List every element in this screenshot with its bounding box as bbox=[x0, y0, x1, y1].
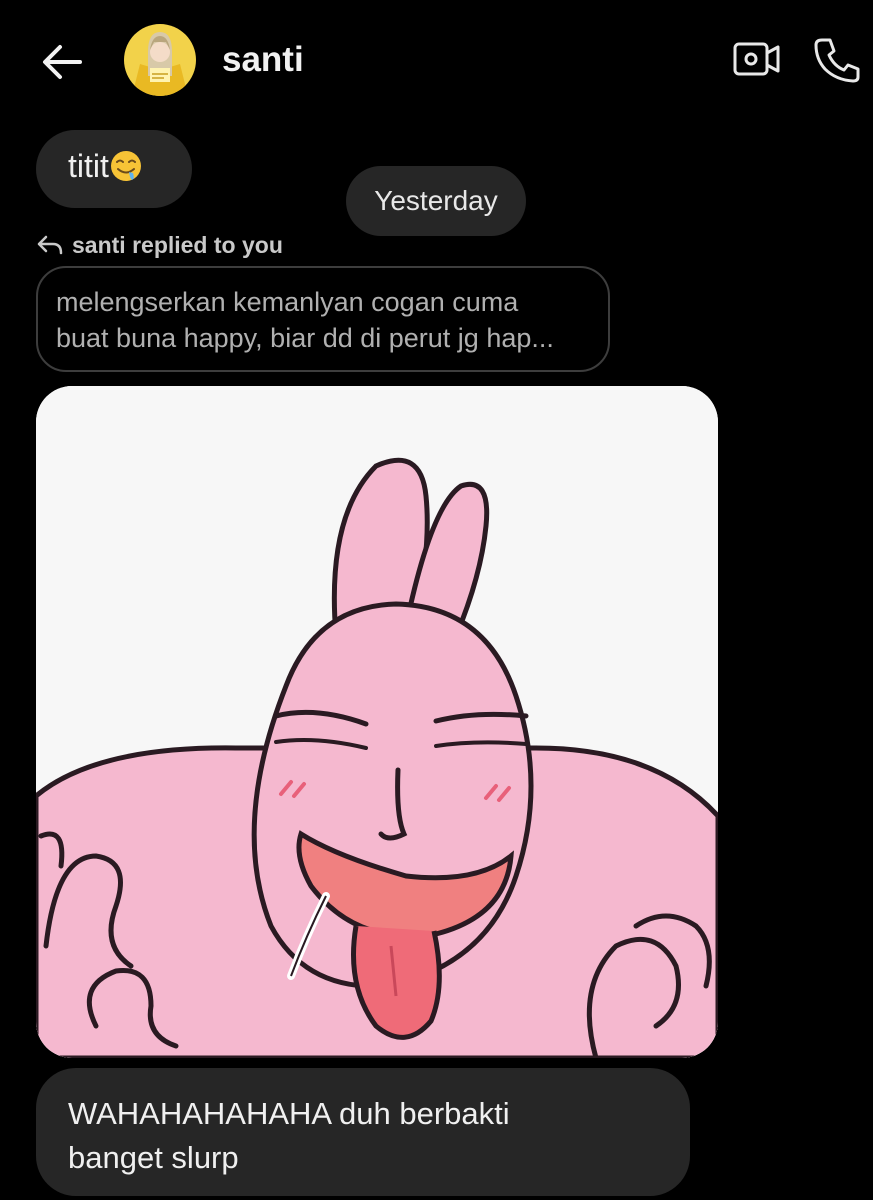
quoted-line: melengserkan kemanlyan cogan cuma bbox=[56, 287, 519, 317]
message-text: banget slurp bbox=[68, 1140, 239, 1175]
chat-header: santi bbox=[0, 0, 873, 120]
pink-bunny-sticker-icon bbox=[36, 386, 718, 1058]
reply-arrow-icon bbox=[37, 235, 63, 255]
video-camera-icon bbox=[733, 42, 780, 76]
message-text: titit bbox=[68, 148, 109, 184]
quoted-line: buat buna happy, biar dd di perut jg hap… bbox=[56, 323, 554, 353]
video-call-button[interactable] bbox=[732, 38, 782, 82]
drooling-face-emoji-icon bbox=[109, 149, 143, 183]
phone-icon bbox=[814, 38, 860, 83]
contact-name[interactable]: santi bbox=[222, 40, 304, 80]
quoted-message[interactable]: melengserkan kemanlyan cogan cuma buat b… bbox=[36, 266, 610, 372]
avatar[interactable] bbox=[124, 24, 196, 96]
reply-label: santi replied to you bbox=[36, 228, 283, 262]
message-bubble[interactable]: titit bbox=[36, 130, 192, 208]
message-bubble[interactable]: WAHAHAHAHAHA duh berbakti banget slurp bbox=[36, 1068, 690, 1196]
date-separator: Yesterday bbox=[346, 166, 526, 236]
message-text: WAHAHAHAHAHA duh berbakti bbox=[68, 1096, 510, 1131]
back-button[interactable] bbox=[40, 40, 84, 84]
arrow-left-icon bbox=[43, 45, 82, 79]
sticker-image[interactable] bbox=[36, 386, 718, 1058]
voice-call-button[interactable] bbox=[812, 36, 862, 84]
reply-label-text: santi replied to you bbox=[72, 231, 283, 258]
